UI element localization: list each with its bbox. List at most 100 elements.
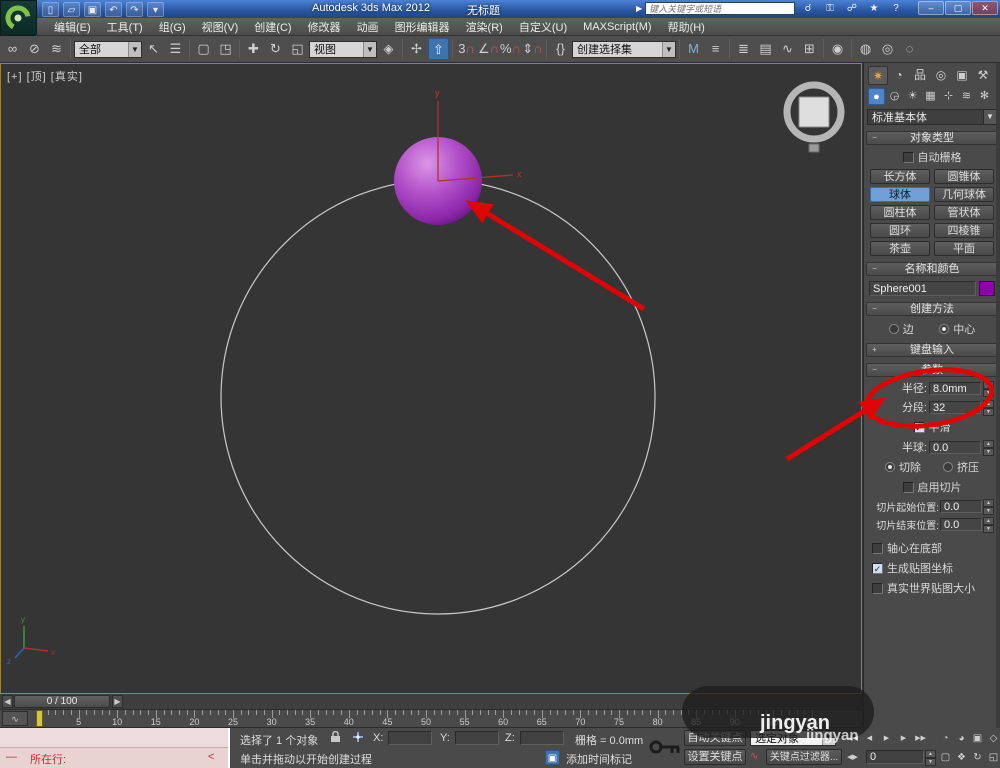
hemisphere-spinner[interactable]: ▲▼ — [983, 440, 994, 455]
current-frame-marker[interactable] — [36, 710, 43, 727]
unlink-selection-icon[interactable]: ⊘ — [24, 38, 45, 60]
graphite-ribbon-icon[interactable]: ▤ — [755, 38, 776, 60]
set-keys-icon[interactable] — [648, 734, 682, 763]
undo-icon[interactable]: ↶ — [105, 2, 122, 17]
bind-to-spacewarp-icon[interactable]: ≋ — [46, 38, 67, 60]
new-key-curve-icon[interactable]: ∿ — [750, 751, 758, 762]
search-icon[interactable]: ☌ — [800, 2, 816, 15]
current-frame-field[interactable]: 0 — [866, 750, 924, 764]
object-type-button[interactable]: 几何球体 — [934, 187, 994, 202]
select-and-rotate-icon[interactable]: ↻ — [265, 38, 286, 60]
chevron-down-icon[interactable]: ▼ — [822, 731, 835, 745]
set-key-button[interactable]: 设置关键点 — [684, 749, 746, 765]
auto-key-button[interactable]: 自动关键点 — [684, 730, 746, 746]
curve-editor-icon[interactable]: ∿ — [777, 38, 798, 60]
collapse-icon[interactable]: − — [870, 305, 879, 314]
select-by-name-icon[interactable]: ☰ — [165, 38, 186, 60]
category-lights-icon[interactable]: ☀ — [904, 88, 921, 105]
object-color-swatch[interactable] — [979, 281, 995, 296]
object-type-button[interactable]: 茶壶 — [870, 241, 930, 256]
max-logo[interactable] — [0, 0, 37, 36]
autogrid-checkbox[interactable] — [903, 152, 914, 163]
category-spacewarps-icon[interactable]: ≋ — [958, 88, 975, 105]
select-object-icon[interactable]: ↖ — [143, 38, 164, 60]
primitive-category-dropdown[interactable]: 标准基本体▼ — [867, 109, 997, 125]
key-mode-toggle-icon[interactable]: ◀▶ — [845, 750, 860, 765]
use-pivot-center-icon[interactable]: ◈ — [378, 38, 399, 60]
chevron-down-icon[interactable]: ▼ — [983, 110, 996, 124]
zoom-extents-icon[interactable]: ▣ — [970, 731, 985, 746]
mirror-icon[interactable]: M — [683, 38, 704, 60]
menu-item[interactable]: 渲染(R) — [458, 19, 511, 35]
open-file-icon[interactable]: ▱ — [63, 2, 80, 17]
radius-field[interactable]: 8.0mm — [929, 382, 981, 395]
render-setup-icon[interactable]: ◍ — [855, 38, 876, 60]
close-button[interactable]: ✕ — [972, 1, 998, 15]
category-geometry-icon[interactable]: ● — [868, 88, 885, 105]
rollout-keyboard-entry[interactable]: + 键盘输入 — [866, 343, 998, 357]
mapping-coords-checkbox[interactable]: ✓ — [872, 563, 883, 574]
render-production-icon[interactable]: ◌ — [899, 38, 920, 60]
viewport-menu-pov[interactable]: [顶] — [27, 71, 47, 83]
chevron-down-icon[interactable]: ▼ — [128, 42, 141, 57]
collapse-icon[interactable]: − — [870, 134, 879, 143]
search-input[interactable] — [645, 2, 795, 15]
keyboard-override-toggle-icon[interactable]: ⇧ — [428, 38, 449, 60]
chevron-down-icon[interactable]: ▼ — [662, 42, 675, 57]
search-expand-icon[interactable]: ▶ — [636, 4, 642, 13]
track-bar[interactable]: ∿ 05101520253035404550556065707580859095… — [0, 710, 862, 728]
expand-icon[interactable]: + — [870, 346, 879, 355]
go-to-start-icon[interactable]: ◀◀ — [845, 731, 860, 746]
named-selection-dropdown[interactable]: 创建选择集▼ — [572, 41, 676, 58]
tab-hierarchy-icon[interactable]: 品 — [910, 66, 930, 85]
rollout-object-type[interactable]: − 对象类型 — [866, 131, 998, 145]
rollout-creation-method[interactable]: − 创建方法 — [866, 302, 998, 316]
chop-radio[interactable]: 切除 — [885, 459, 921, 475]
qat-customize-icon[interactable]: ▾ — [147, 2, 164, 17]
tab-utilities-icon[interactable]: ⚒ — [973, 66, 993, 85]
communication-center-icon[interactable]: ☍ — [844, 2, 860, 15]
align-icon[interactable]: ≡ — [705, 38, 726, 60]
menu-item[interactable]: MAXScript(M) — [575, 21, 659, 33]
add-time-tag[interactable]: 添加时间标记 — [566, 751, 632, 767]
menu-item[interactable]: 编辑(E) — [46, 19, 99, 35]
select-and-move-icon[interactable]: ✚ — [243, 38, 264, 60]
named-selection-sets-icon[interactable]: {} — [550, 38, 571, 60]
listener-expand-icon[interactable]: < — [208, 751, 214, 763]
radius-spinner[interactable]: ▲▼ — [983, 381, 994, 396]
new-file-icon[interactable]: ▯ — [42, 2, 59, 17]
collapse-icon[interactable]: − — [870, 265, 879, 274]
object-type-button[interactable]: 长方体 — [870, 169, 930, 184]
previous-frame-icon[interactable]: ◀ — [862, 731, 877, 746]
angle-snap-icon[interactable]: ∠∩ — [478, 38, 499, 60]
realworld-map-checkbox[interactable] — [872, 583, 883, 594]
category-shapes-icon[interactable]: ◶ — [886, 88, 903, 105]
play-animation-icon[interactable]: ▶ — [879, 731, 894, 746]
tab-modify-icon[interactable]: ◔ — [889, 66, 909, 85]
next-frame-icon[interactable]: ▶ — [896, 731, 911, 746]
subscription-icon[interactable]: ⚿ — [822, 2, 838, 15]
viewport-top[interactable]: y x y x z [+] [顶] [真实] — [0, 63, 862, 694]
creation-edge-radio[interactable]: 边 — [889, 321, 914, 337]
listener-input[interactable] — [0, 728, 228, 748]
z-coordinate-field[interactable] — [520, 731, 564, 745]
viewcube[interactable] — [787, 85, 841, 152]
maximize-button[interactable]: ▢ — [945, 1, 971, 15]
category-systems-icon[interactable]: ✻ — [976, 88, 993, 105]
category-cameras-icon[interactable]: ▦ — [922, 88, 939, 105]
menu-item[interactable]: 视图(V) — [194, 19, 247, 35]
enable-slice-checkbox[interactable] — [903, 482, 914, 493]
orbit-icon[interactable]: ↻ — [970, 750, 985, 765]
window-crossing-icon[interactable]: ◳ — [215, 38, 236, 60]
material-editor-icon[interactable]: ◉ — [827, 38, 848, 60]
tab-motion-icon[interactable]: ◎ — [931, 66, 951, 85]
smooth-checkbox[interactable]: ✓ — [914, 422, 925, 433]
slice-to-spinner[interactable]: ▲▼ — [983, 517, 994, 532]
redo-icon[interactable]: ↷ — [126, 2, 143, 17]
slice-to-field[interactable]: 0.0 — [940, 518, 982, 531]
menu-item[interactable]: 自定义(U) — [511, 19, 575, 35]
time-slider-handle[interactable]: 0 / 100 — [14, 695, 110, 708]
menu-item[interactable]: 组(G) — [151, 19, 194, 35]
rollout-name-color[interactable]: − 名称和颜色 — [866, 262, 998, 276]
y-coordinate-field[interactable] — [455, 731, 499, 745]
